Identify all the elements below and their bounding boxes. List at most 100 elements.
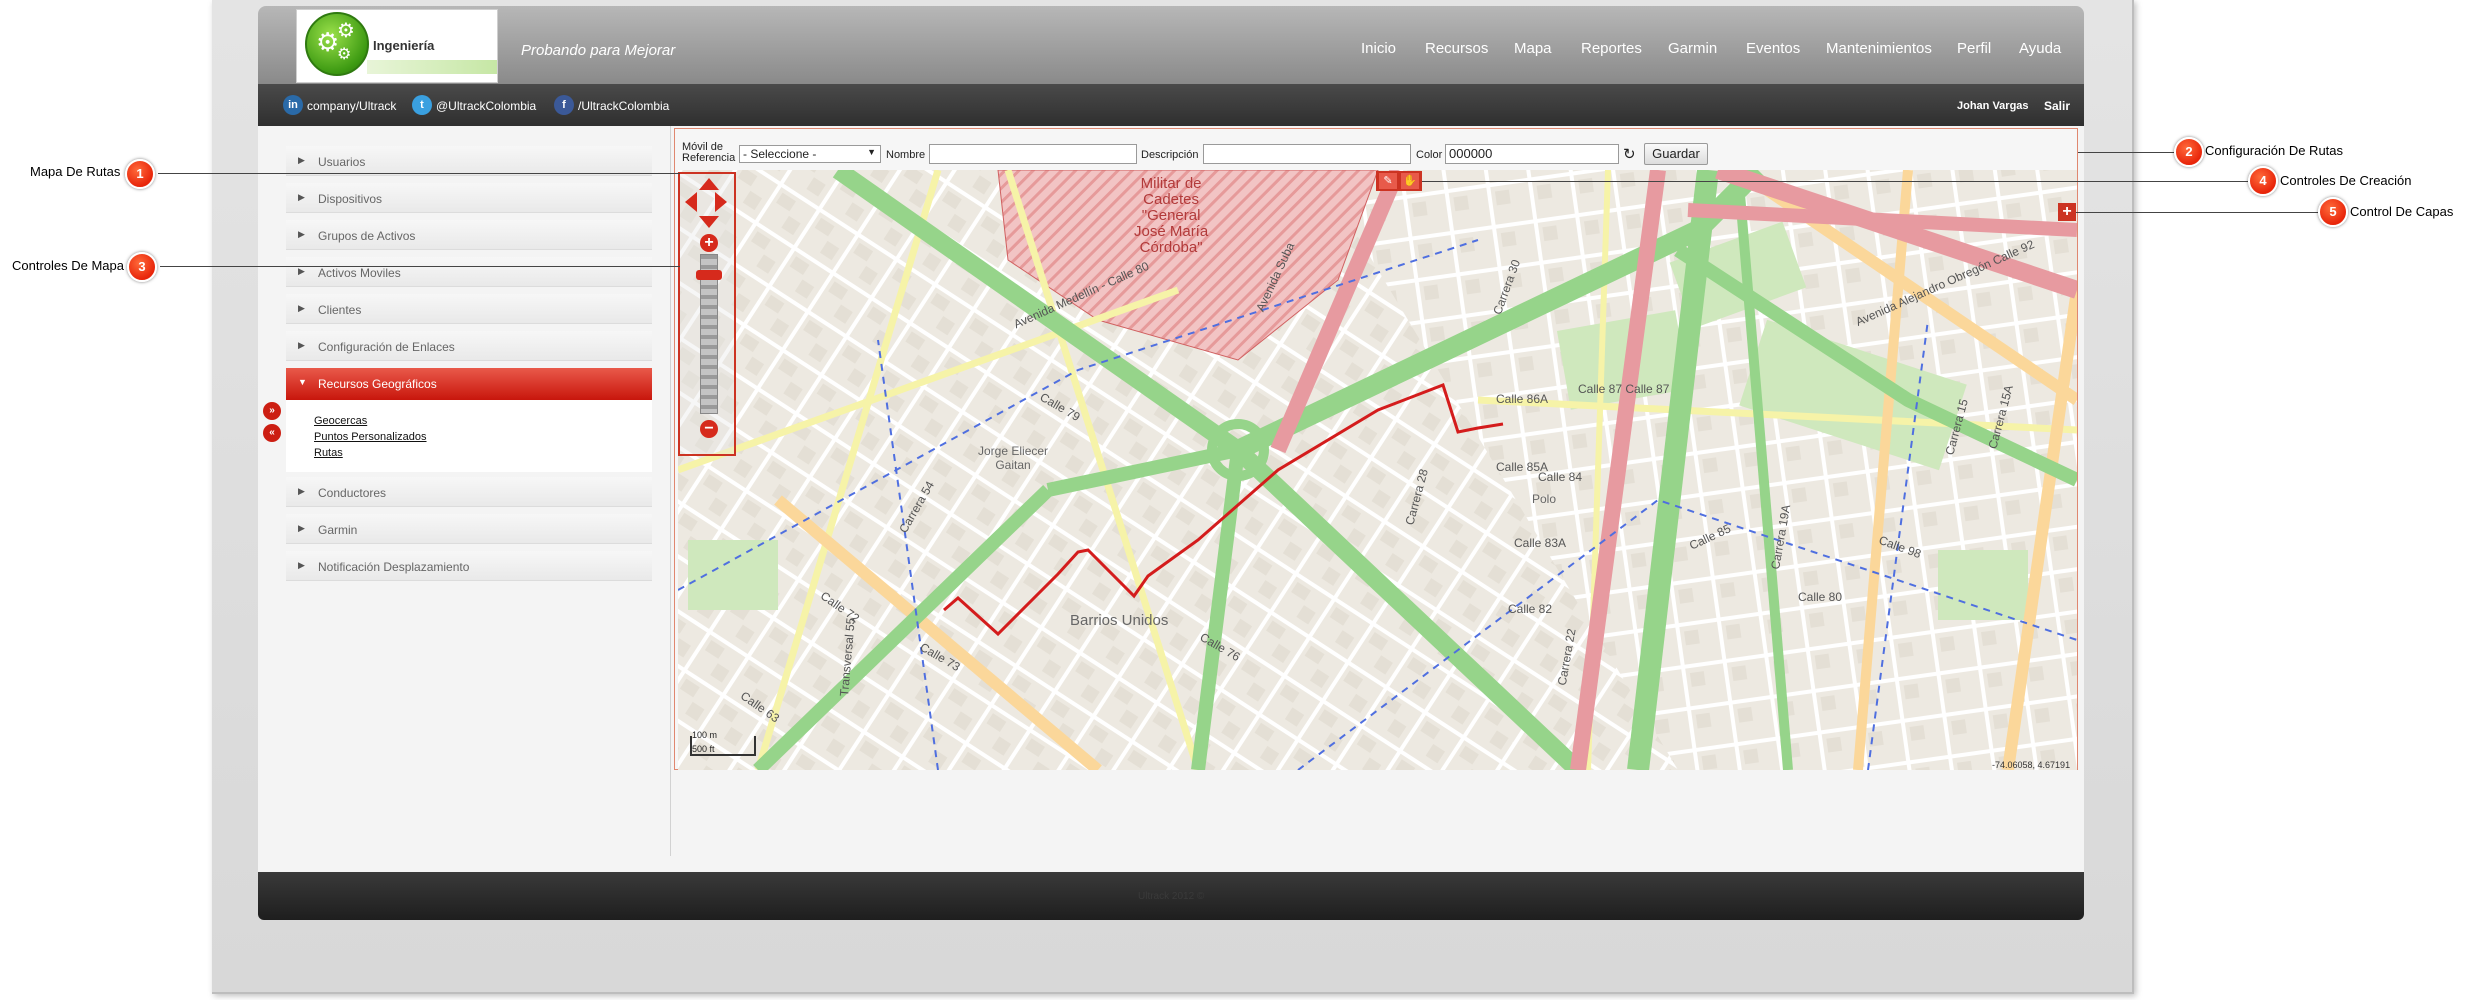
submenu-link-rutas[interactable]: Rutas: [314, 447, 343, 459]
name-input[interactable]: [929, 144, 1137, 164]
place-label-jorge-eliecer: Jorge Eliecer Gaitan: [978, 444, 1048, 472]
description-label: Descripción: [1141, 149, 1199, 161]
sidebar-item-label: Grupos de Activos: [318, 229, 416, 243]
callout-line-5: [2076, 212, 2318, 213]
creation-controls: ✎ ✋: [1376, 171, 1422, 191]
chevron-right-icon: ▶: [298, 486, 305, 496]
sidebar-item-conductores[interactable]: ▶ Conductores: [286, 477, 652, 507]
logout-link[interactable]: Salir: [2044, 99, 2070, 113]
callout-label-2: Configuración De Rutas: [2205, 143, 2344, 158]
draw-route-icon[interactable]: ✎: [1379, 173, 1397, 189]
chevron-right-icon: ▶: [298, 229, 305, 239]
place-line: Cadetes: [1143, 191, 1200, 208]
logo-stripe: [367, 60, 497, 74]
save-button[interactable]: Guardar: [1644, 143, 1708, 165]
sidebar-item-recursos-geograficos[interactable]: ▼ Recursos Geográficos: [286, 368, 652, 400]
coordinates-readout: -74.06058, 4.67191: [1992, 760, 2071, 770]
sidebar-item-grupos-de-activos[interactable]: ▶ Grupos de Activos: [286, 220, 652, 250]
reference-select[interactable]: - Seleccione - ▼: [739, 145, 881, 163]
chevron-right-icon: ▶: [298, 340, 305, 350]
sidebar-item-dispositivos[interactable]: ▶ Dispositivos: [286, 183, 652, 213]
street-label: Calle 82: [1508, 602, 1553, 616]
callout-badge-4: 4: [2248, 166, 2278, 196]
nav-ayuda[interactable]: Ayuda: [2019, 40, 2061, 57]
place-line: "General: [1141, 207, 1201, 224]
dropdown-arrow-icon: ▼: [867, 147, 876, 157]
zoom-slider-handle[interactable]: [696, 270, 722, 280]
sidebar-item-label: Activos Moviles: [318, 266, 401, 280]
place-line: Militar de: [1140, 175, 1202, 192]
expand-sidebar-button[interactable]: »: [263, 402, 281, 420]
callout-line-2: [2078, 152, 2174, 153]
logo-text: Ingeniería: [373, 38, 435, 53]
nav-reportes[interactable]: Reportes: [1581, 40, 1642, 57]
submenu-link-puntos-personalizados[interactable]: Puntos Personalizados: [314, 431, 427, 443]
place-label-military-school: Militar de Cadetes "General José María C…: [1134, 176, 1208, 256]
gear-logo-icon: ⚙ ⚙ ⚙: [305, 12, 369, 76]
nav-perfil[interactable]: Perfil: [1957, 40, 1991, 57]
submenu-recursos-geograficos: Geocercas Puntos Personalizados Rutas: [286, 400, 652, 472]
zoom-out-button[interactable]: −: [700, 420, 718, 438]
name-label: Nombre: [886, 149, 926, 161]
callout-label-3: Controles De Mapa: [12, 258, 124, 273]
street-label: Calle 87 Calle 87: [1578, 382, 1670, 396]
sidebar-item-activos-moviles[interactable]: ▶ Activos Moviles: [286, 257, 652, 287]
callout-badge-3: 3: [127, 252, 157, 282]
hand-pan-icon[interactable]: ✋: [1401, 173, 1419, 189]
logo[interactable]: ⚙ ⚙ ⚙ Ingeniería: [296, 9, 498, 83]
zoom-in-button[interactable]: +: [700, 234, 718, 252]
color-input[interactable]: 000000: [1445, 144, 1619, 164]
pan-up-icon[interactable]: [699, 178, 719, 190]
linkedin-link[interactable]: company/Ultrack: [307, 99, 396, 113]
callout-badge-5: 5: [2318, 197, 2348, 227]
sidebar-item-usuarios[interactable]: ▶ Usuarios: [286, 146, 652, 176]
place-label-polo: Polo: [1532, 492, 1557, 506]
twitter-icon[interactable]: t: [412, 95, 432, 115]
street-label: Calle 86A: [1496, 392, 1549, 406]
nav-recursos[interactable]: Recursos: [1425, 40, 1488, 57]
sidebar-divider: [670, 126, 671, 856]
sidebar-item-clientes[interactable]: ▶ Clientes: [286, 294, 652, 324]
nav-inicio[interactable]: Inicio: [1361, 40, 1396, 57]
user-name: Johan Vargas: [1957, 100, 2029, 112]
reference-label-line2: Referencia: [682, 152, 736, 164]
sidebar-item-garmin[interactable]: ▶ Garmin: [286, 514, 652, 544]
sidebar-item-label: Usuarios: [318, 155, 366, 169]
reference-label: Móvil de Referencia: [682, 142, 735, 164]
callout-label-5: Control De Capas: [2350, 204, 2454, 219]
twitter-link[interactable]: @UltrackColombia: [436, 99, 536, 113]
chevron-right-icon: ▶: [298, 560, 305, 570]
chevron-right-icon: ▶: [298, 303, 305, 313]
nav-mantenimientos[interactable]: Mantenimientos: [1826, 40, 1932, 57]
pan-right-icon[interactable]: [715, 192, 727, 212]
sidebar-item-notificacion-desplazamiento[interactable]: ▶ Notificación Desplazamiento: [286, 551, 652, 581]
linkedin-icon[interactable]: in: [283, 95, 303, 115]
nav-eventos[interactable]: Eventos: [1746, 40, 1800, 57]
street-label: Calle 84: [1538, 470, 1583, 484]
chevron-right-icon: ▶: [298, 192, 305, 202]
callout-label-4: Controles De Creación: [2280, 173, 2412, 188]
collapse-sidebar-button[interactable]: «: [263, 424, 281, 442]
sidebar-item-label: Configuración de Enlaces: [318, 340, 455, 354]
nav-mapa[interactable]: Mapa: [1514, 40, 1552, 57]
layer-switcher-button[interactable]: +: [2058, 203, 2076, 221]
callout-label-1: Mapa De Rutas: [30, 164, 121, 179]
footer-text: Ultrack 2012 ©: [1138, 891, 1205, 902]
refresh-icon[interactable]: ↻: [1623, 145, 1636, 163]
street-label: Calle 83A: [1514, 536, 1567, 550]
facebook-icon[interactable]: f: [554, 95, 574, 115]
sidebar-item-label: Dispositivos: [318, 192, 383, 206]
chevron-right-icon: ▶: [298, 523, 305, 533]
description-input[interactable]: [1203, 144, 1411, 164]
screenshot-stage: ⚙ ⚙ ⚙ Ingeniería Probando para Mejorar I…: [0, 0, 2468, 1000]
pan-left-icon[interactable]: [685, 192, 697, 212]
pan-down-icon[interactable]: [699, 216, 719, 228]
sidebar-item-label: Recursos Geográficos: [318, 377, 437, 391]
nav-garmin[interactable]: Garmin: [1668, 40, 1717, 57]
submenu-link-geocercas[interactable]: Geocercas: [314, 415, 367, 427]
place-line: Jorge Eliecer: [978, 444, 1049, 458]
route-map[interactable]: Militar de Cadetes "General José María C…: [678, 170, 2077, 770]
facebook-link[interactable]: /UltrackColombia: [578, 99, 669, 113]
sidebar-item-configuracion-de-enlaces[interactable]: ▶ Configuración de Enlaces: [286, 331, 652, 361]
sidebar-item-label: Garmin: [318, 523, 358, 537]
